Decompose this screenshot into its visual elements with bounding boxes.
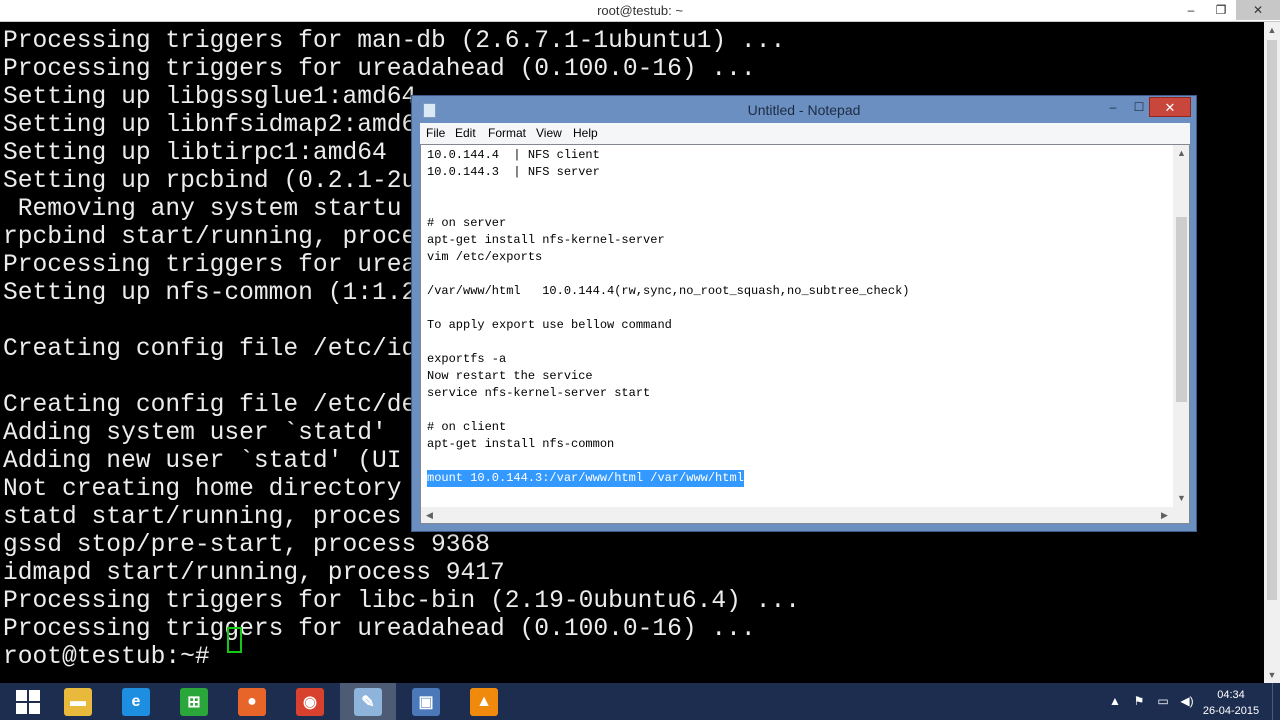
terminal-scroll-thumb[interactable] xyxy=(1267,40,1277,600)
menu-help[interactable]: Help xyxy=(573,126,598,140)
terminal-line: root@testub:~# xyxy=(3,644,225,671)
terminal-titlebar[interactable]: root@testub: ~ – ❐ ✕ xyxy=(0,0,1280,22)
terminal-maximize-button[interactable]: ❐ xyxy=(1206,0,1236,20)
notepad-minimize-button[interactable]: – xyxy=(1099,97,1127,117)
notepad-line: Now restart the service xyxy=(427,369,593,383)
notepad-icon: ✎ xyxy=(354,687,382,716)
clock[interactable]: 04:34 26-04-2015 xyxy=(1192,687,1270,719)
clock-time: 04:34 xyxy=(1217,689,1245,701)
taskbar-app-internet-explorer[interactable]: e xyxy=(108,683,164,720)
clock-date: 26-04-2015 xyxy=(1202,705,1260,717)
terminal-line: rpcbind start/running, proce xyxy=(3,224,417,251)
notepad-line: # on client xyxy=(427,420,507,434)
taskbar-app-notepad[interactable]: ✎ xyxy=(340,683,396,720)
terminal-cursor xyxy=(227,627,242,653)
start-button[interactable] xyxy=(0,683,56,720)
terminal-line: Setting up libnfsidmap2:amd6 xyxy=(3,112,417,139)
internet-explorer-icon: e xyxy=(122,687,150,716)
terminal-scrollbar[interactable]: ▲ ▼ xyxy=(1264,22,1280,683)
notepad-vertical-scrollbar[interactable]: ▲ ▼ xyxy=(1173,145,1189,507)
scroll-down-arrow-icon[interactable]: ▼ xyxy=(1173,490,1189,507)
taskbar-app-store[interactable]: ⊞ xyxy=(166,683,222,720)
taskbar-app-vlc[interactable]: ▲ xyxy=(456,683,512,720)
terminal-line: Setting up nfs-common (1:1.2 xyxy=(3,280,417,307)
notepad-line: 10.0.144.4 | NFS client xyxy=(427,148,600,162)
terminal-minimize-button[interactable]: – xyxy=(1176,0,1206,20)
action-center-flag-icon[interactable]: ⚑ xyxy=(1130,692,1148,710)
notepad-menubar: File Edit Format View Help xyxy=(420,123,1190,144)
firefox-icon: ● xyxy=(238,687,266,716)
notepad-horizontal-scrollbar[interactable]: ◀ ▶ xyxy=(421,507,1173,523)
scrollbar-corner xyxy=(1173,507,1189,523)
file-explorer-icon: ▬ xyxy=(64,687,92,716)
taskbar-app-firefox[interactable]: ● xyxy=(224,683,280,720)
notepad-line: 10.0.144.3 | NFS server xyxy=(427,165,600,179)
notepad-line: /var/www/html 10.0.144.4(rw,sync,no_root… xyxy=(427,284,910,298)
notepad-line: exportfs -a xyxy=(427,352,507,366)
terminal-line: gssd stop/pre-start, process 9368 xyxy=(3,532,491,559)
taskbar-app-chrome[interactable]: ◉ xyxy=(282,683,338,720)
windows-logo-icon xyxy=(16,689,40,714)
menu-edit[interactable]: Edit xyxy=(455,126,476,140)
terminal-line: Processing triggers for ureadahead (0.10… xyxy=(3,616,756,643)
store-icon: ⊞ xyxy=(180,687,208,716)
terminal-line: Setting up libtirpc1:amd64 xyxy=(3,140,387,167)
taskbar: ▬ e ⊞ ● ◉ ✎ ▣ ▲ ▲ ⚑ ▭ ◀) 04:34 26-04-2015 xyxy=(0,683,1280,720)
terminal-line: Processing triggers for ureadahead (0.10… xyxy=(3,56,756,83)
vlc-icon: ▲ xyxy=(470,687,498,716)
terminal-line: Setting up libgssglue1:amd64 xyxy=(3,84,417,111)
notepad-line: # on server xyxy=(427,216,507,230)
taskbar-app-file-explorer[interactable]: ▬ xyxy=(50,683,106,720)
scroll-right-arrow-icon[interactable]: ▶ xyxy=(1156,507,1173,523)
show-desktop-button[interactable] xyxy=(1272,683,1280,720)
notepad-window[interactable]: Untitled - Notepad – ☐ ✕ File Edit Forma… xyxy=(411,95,1197,532)
terminal-line: Adding new user `statd' (UI xyxy=(3,448,402,475)
tray-overflow-icon[interactable]: ▲ xyxy=(1106,692,1124,710)
scroll-up-arrow-icon[interactable]: ▲ xyxy=(1173,145,1189,162)
terminal-line: Processing triggers for man-db (2.6.7.1-… xyxy=(3,28,786,55)
menu-format[interactable]: Format xyxy=(488,126,526,140)
notepad-line: apt-get install nfs-common xyxy=(427,437,615,451)
terminal-line: Processing triggers for libc-bin (2.19-0… xyxy=(3,588,800,615)
notepad-close-button[interactable]: ✕ xyxy=(1149,97,1191,117)
terminal-line: idmapd start/running, process 9417 xyxy=(3,560,505,587)
remote-desktop-icon: ▣ xyxy=(412,687,440,716)
scroll-left-arrow-icon[interactable]: ◀ xyxy=(421,507,438,523)
network-icon[interactable]: ▭ xyxy=(1154,692,1172,710)
terminal-close-button[interactable]: ✕ xyxy=(1236,0,1280,20)
chrome-icon: ◉ xyxy=(296,687,324,716)
terminal-line: Processing triggers for urea xyxy=(3,252,417,279)
terminal-line: statd start/running, proces xyxy=(3,504,402,531)
terminal-title: root@testub: ~ xyxy=(597,3,683,18)
terminal-line: Adding system user `statd' xyxy=(3,420,387,447)
notepad-vertical-scroll-thumb[interactable] xyxy=(1176,217,1187,402)
notepad-text-area[interactable]: 10.0.144.4 | NFS client 10.0.144.3 | NFS … xyxy=(420,144,1190,524)
notepad-line: service nfs-kernel-server start xyxy=(427,386,651,400)
taskbar-app-remote-desktop[interactable]: ▣ xyxy=(398,683,454,720)
notepad-line: To apply export use bellow command xyxy=(427,318,672,332)
notepad-line: apt-get install nfs-kernel-server xyxy=(427,233,665,247)
notepad-line: vim /etc/exports xyxy=(427,250,543,264)
notepad-title: Untitled - Notepad xyxy=(747,102,861,118)
menu-file[interactable]: File xyxy=(426,126,445,140)
terminal-line: Creating config file /etc/id xyxy=(3,336,417,363)
terminal-line: Setting up rpcbind (0.2.1-2u xyxy=(3,168,417,195)
terminal-line: Removing any system startu xyxy=(3,196,402,223)
notepad-selected-line: mount 10.0.144.3:/var/www/html /var/www/… xyxy=(427,470,744,487)
terminal-line: Creating config file /etc/de xyxy=(3,392,417,419)
scroll-up-arrow-icon[interactable]: ▲ xyxy=(1264,22,1280,38)
terminal-line: Not creating home directory xyxy=(3,476,402,503)
menu-view[interactable]: View xyxy=(536,126,562,140)
scroll-down-arrow-icon[interactable]: ▼ xyxy=(1264,667,1280,683)
